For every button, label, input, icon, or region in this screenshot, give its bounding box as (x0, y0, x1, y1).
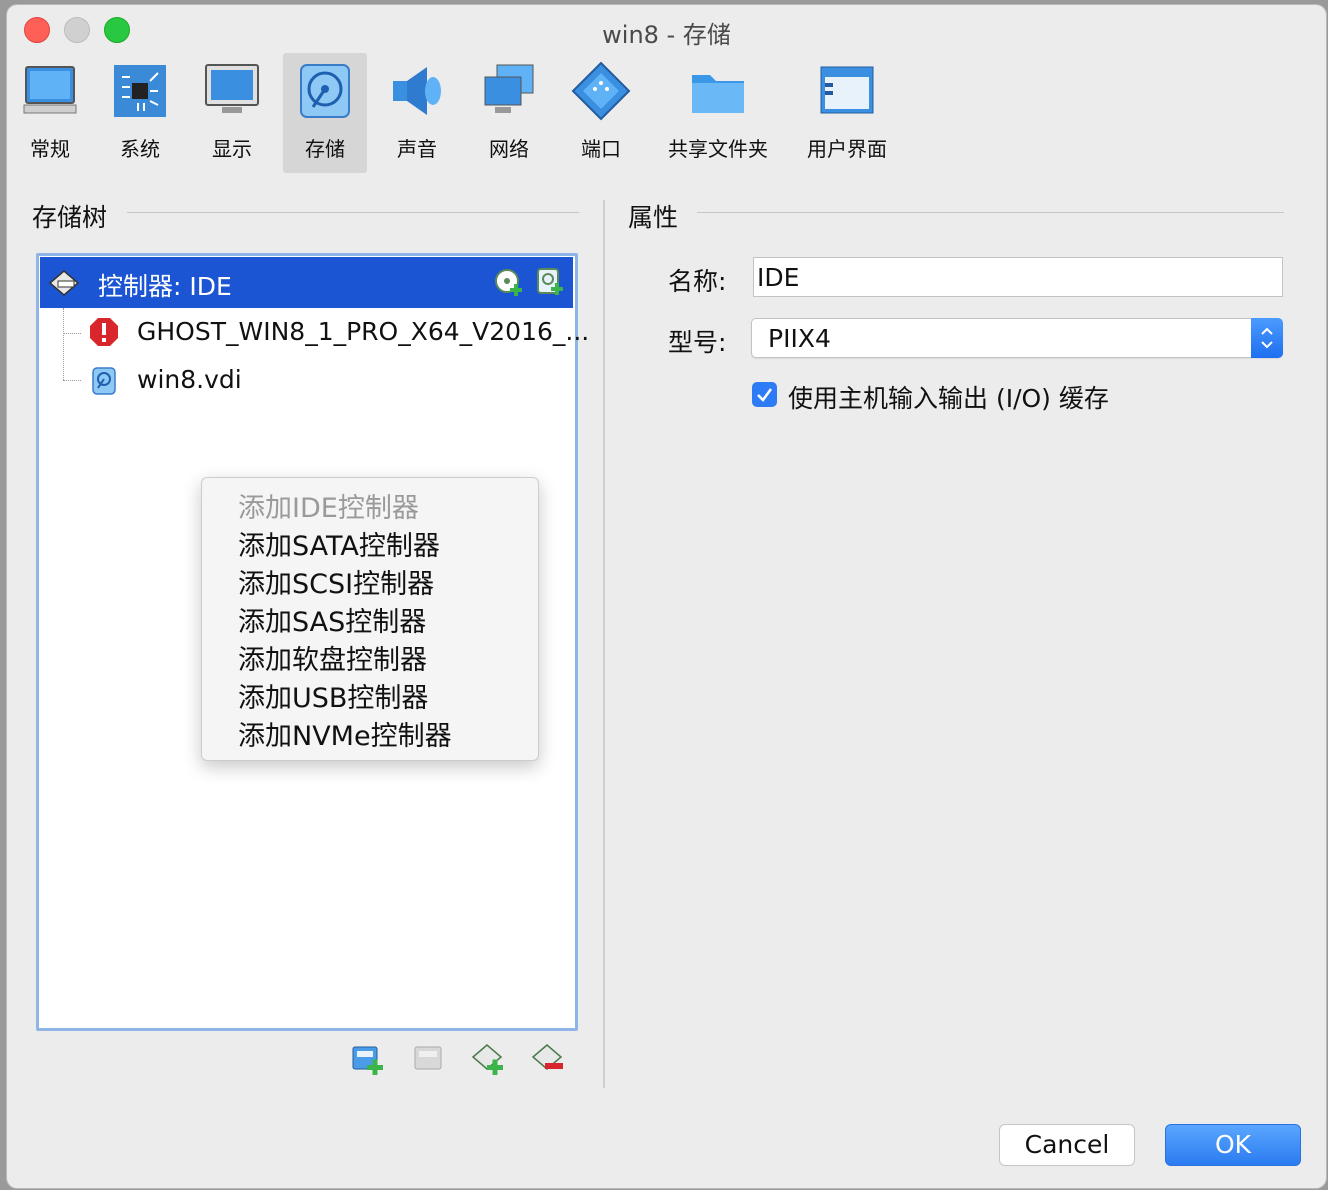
menu-item-add-sas-controller[interactable]: 添加SAS控制器 (238, 600, 426, 639)
type-select-value: PIIX4 (768, 324, 831, 353)
tree-item-optical-disk[interactable]: GHOST_WIN8_1_PRO_X64_V2016_... (39, 310, 589, 356)
menu-item-add-usb-controller[interactable]: 添加USB控制器 (238, 676, 428, 715)
storage-tree-title: 存储树 (32, 203, 108, 232)
monitor-icon (23, 66, 77, 114)
chevron-up-down-icon (1261, 327, 1273, 349)
menu-item-add-ide-controller: 添加IDE控制器 (238, 493, 419, 524)
tree-item-label: win8.vdi (137, 365, 242, 394)
tab-ports[interactable]: 端口 (565, 53, 637, 173)
host-io-cache-label[interactable]: 使用主机输入输出 (I/O) 缓存 (788, 379, 1109, 415)
controller-icon (48, 270, 80, 296)
tree-item-ide-controller[interactable]: 控制器: IDE (40, 257, 573, 308)
menu-item-add-sata-controller[interactable]: 添加SATA控制器 (238, 524, 440, 563)
tab-label: 用户界面 (807, 137, 887, 161)
settings-toolbar: 常规 系统 显示 存储 声音 网络 端口 共享文件夹 用户界面 (7, 53, 1326, 175)
add-optical-drive-icon[interactable] (494, 268, 524, 298)
tab-system[interactable]: 系统 (104, 53, 176, 173)
type-select-stepper[interactable] (1251, 318, 1283, 358)
serial-port-icon (571, 61, 631, 121)
hard-disk-icon (92, 367, 116, 395)
folder-icon (692, 75, 744, 113)
name-field[interactable]: IDE (753, 257, 1283, 297)
tree-item-label: GHOST_WIN8_1_PRO_X64_V2016_... (137, 317, 590, 346)
settings-window: win8 - 存储 常规 系统 显示 存储 声音 网络 端口 共享文件夹 用户界… (7, 5, 1326, 1188)
tab-storage[interactable]: 存储 (283, 53, 367, 173)
add-hard-disk-icon[interactable] (535, 267, 565, 297)
tab-label: 端口 (581, 137, 621, 161)
tree-item-hard-disk[interactable]: win8.vdi (39, 358, 573, 404)
menu-item-add-floppy-controller[interactable]: 添加软盘控制器 (238, 638, 427, 677)
tab-label: 网络 (489, 137, 529, 161)
tab-label: 显示 (212, 137, 252, 161)
tab-label: 系统 (120, 137, 160, 161)
add-controller-menu: 添加IDE控制器 添加SATA控制器 添加SCSI控制器 添加SAS控制器 添加… (201, 477, 539, 761)
tab-display[interactable]: 显示 (196, 53, 268, 173)
type-select[interactable]: PIIX4 (751, 318, 1283, 358)
section-divider (697, 212, 1284, 213)
name-label: 名称: (668, 267, 727, 296)
menu-item-add-nvme-controller[interactable]: 添加NVMe控制器 (238, 714, 452, 753)
tab-label: 存储 (305, 137, 345, 161)
section-divider (127, 212, 579, 213)
remove-controller-icon[interactable] (411, 1041, 445, 1075)
add-controller-icon[interactable] (351, 1041, 385, 1075)
window-title: win8 - 存储 (602, 21, 731, 49)
network-icon (484, 64, 534, 113)
speaker-icon (393, 67, 441, 115)
tab-label: 常规 (30, 137, 70, 161)
remove-attachment-icon[interactable] (531, 1041, 565, 1075)
display-icon (205, 64, 259, 113)
tab-label: 共享文件夹 (668, 137, 768, 161)
add-attachment-icon[interactable] (471, 1041, 505, 1075)
tab-user-interface[interactable]: 用户界面 (799, 53, 895, 173)
menu-item-add-scsi-controller[interactable]: 添加SCSI控制器 (238, 562, 434, 601)
disk-icon (300, 64, 350, 118)
title-bar: win8 - 存储 (7, 5, 1326, 53)
error-icon (90, 318, 118, 346)
tab-general[interactable]: 常规 (14, 53, 86, 173)
tab-label: 声音 (397, 137, 437, 161)
type-label: 型号: (668, 328, 727, 357)
name-field-value: IDE (757, 263, 800, 292)
checkmark-icon (757, 388, 773, 402)
chip-icon (114, 65, 166, 117)
panel-separator (603, 200, 605, 1088)
tab-audio[interactable]: 声音 (381, 53, 453, 173)
background-edge (0, 0, 7, 1190)
cancel-button[interactable]: Cancel (999, 1124, 1135, 1166)
ok-button[interactable]: OK (1165, 1124, 1301, 1166)
host-io-cache-checkbox[interactable] (752, 382, 777, 407)
tree-item-label: 控制器: IDE (98, 272, 232, 301)
tab-network[interactable]: 网络 (473, 53, 545, 173)
attributes-title: 属性 (628, 203, 679, 232)
window-ui-icon (820, 66, 874, 114)
tab-shared-folders[interactable]: 共享文件夹 (663, 53, 773, 173)
